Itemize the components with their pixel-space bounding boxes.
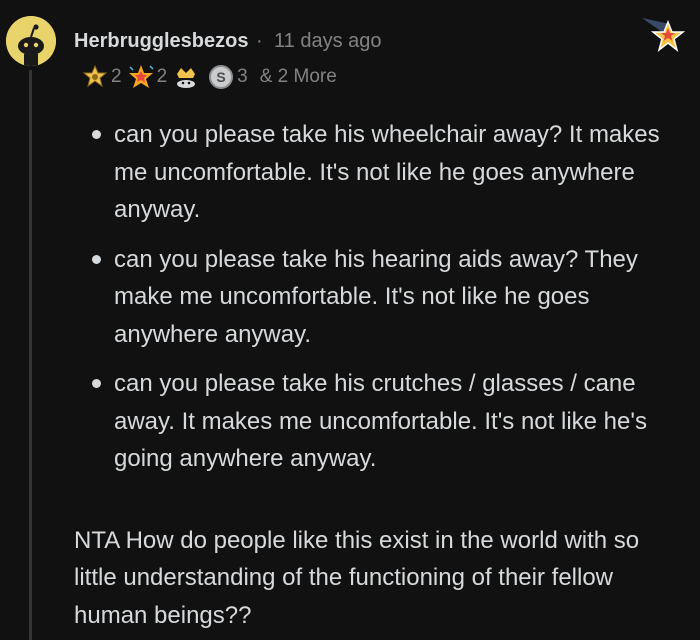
thread-line[interactable] <box>29 70 32 640</box>
meta-separator: · <box>256 30 263 52</box>
star-badge-icon <box>640 14 686 54</box>
comment-timestamp[interactable]: 11 days ago <box>274 30 382 53</box>
comment-paragraph: NTA How do people like this exist in the… <box>74 526 640 629</box>
bullet-marker <box>92 254 101 264</box>
helpful-award-icon[interactable] <box>82 64 108 90</box>
list-item: can you please take his crutches / glass… <box>74 365 684 478</box>
awards-row[interactable]: 2 2 S 3 & 2 More <box>82 63 337 91</box>
list-item-text: can you please take his hearing aids awa… <box>114 245 638 348</box>
award-count: 2 <box>156 66 168 87</box>
more-awards-link[interactable]: & 2 More <box>260 66 337 88</box>
list-item: can you please take his wheelchair away?… <box>74 116 684 229</box>
award-count: 2 <box>111 66 122 87</box>
list-item-text: can you please take his wheelchair away?… <box>114 121 660 223</box>
list-item-text: can you please take his crutches / glass… <box>114 370 647 472</box>
comment-author[interactable]: Herbrugglesbezos <box>74 30 248 53</box>
bullet-marker <box>92 379 101 388</box>
bullet-list: can you please take his wheelchair away?… <box>74 116 684 478</box>
silver-coin-award-icon[interactable]: S <box>208 64 234 90</box>
list-item: can you please take his hearing aids awa… <box>74 241 684 354</box>
award-count: 3 <box>237 66 248 87</box>
svg-text:S: S <box>216 69 225 85</box>
wholesome-star-award-icon[interactable] <box>128 64 154 90</box>
comment-body: can you please take his wheelchair away?… <box>74 116 684 634</box>
snoo-avatar-icon <box>6 16 56 66</box>
bravo-award-icon[interactable] <box>173 64 199 90</box>
bullet-marker <box>92 130 101 139</box>
user-avatar[interactable] <box>6 16 56 66</box>
